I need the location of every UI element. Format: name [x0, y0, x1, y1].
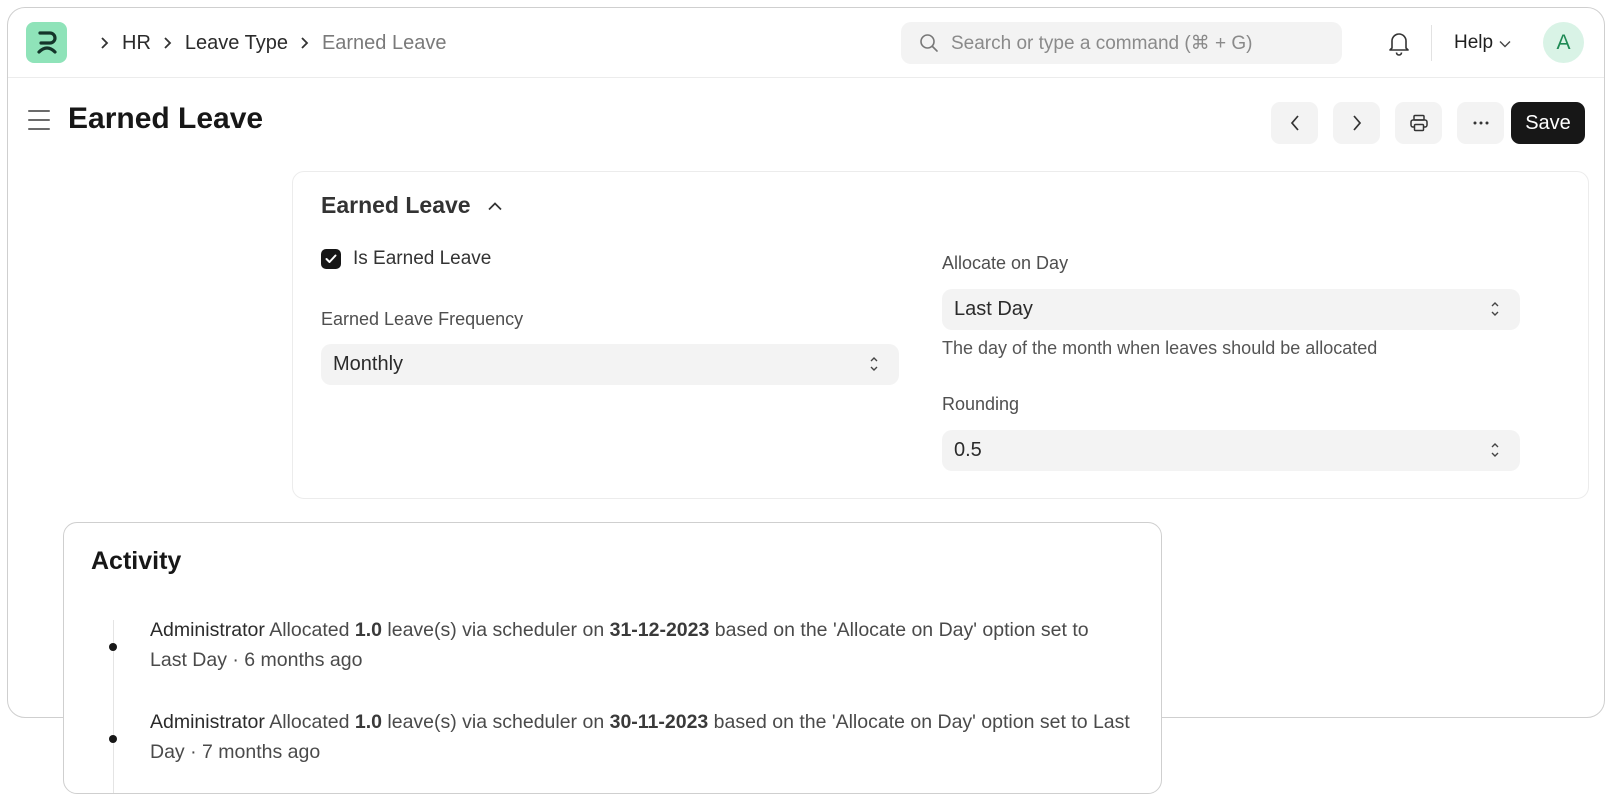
rounding-value: 0.5: [954, 439, 982, 461]
select-updown-icon: [1490, 440, 1500, 460]
rounding-select[interactable]: 0.5: [942, 430, 1520, 471]
next-document-button[interactable]: [1333, 102, 1380, 144]
chevron-left-icon: [1290, 115, 1299, 131]
activity-user[interactable]: Administrator: [150, 711, 265, 733]
breadcrumb: HR Leave Type Earned Leave: [88, 8, 446, 78]
earned-leave-frequency-select[interactable]: Monthly: [321, 344, 899, 385]
more-horizontal-icon: [1473, 121, 1488, 125]
is-earned-leave-checkbox[interactable]: [321, 249, 341, 269]
allocate-on-day-label: Allocate on Day: [942, 253, 1069, 273]
activity-amount: 1.0: [354, 619, 382, 641]
activity-text: leave(s) via scheduler on: [381, 711, 610, 733]
select-updown-icon: [869, 354, 879, 374]
navbar-divider: [1431, 25, 1432, 61]
activity-date: 31-12-2023: [609, 619, 710, 641]
notifications-bell-icon[interactable]: [1386, 29, 1412, 57]
activity-time: 6 months ago: [244, 649, 363, 671]
section-header[interactable]: Earned Leave: [321, 192, 503, 219]
checkmark-icon: [325, 254, 337, 263]
more-actions-button[interactable]: [1457, 102, 1504, 144]
search-placeholder: Search or type a command (⌘ + G): [951, 32, 1253, 54]
activity-amount: 1.0: [354, 711, 382, 733]
activity-time: 7 months ago: [202, 741, 321, 763]
printer-icon: [1409, 114, 1428, 132]
activity-item: Administrator Allocated 1.0 leave(s) via…: [150, 707, 1130, 767]
is-earned-leave-field: Is Earned Leave: [321, 248, 491, 270]
chevron-right-icon: [1352, 115, 1361, 131]
allocate-on-day-help: The day of the month when leaves should …: [942, 338, 1378, 358]
activity-item: Administrator Allocated 1.0 leave(s) via…: [150, 615, 1130, 675]
chevron-right-icon: [163, 36, 173, 50]
section-title: Earned Leave: [321, 192, 471, 218]
earned-leave-frequency-value: Monthly: [333, 353, 404, 375]
chevron-right-icon: [100, 36, 110, 50]
timeline-dot: [109, 735, 117, 743]
search-input[interactable]: Search or type a command (⌘ + G): [901, 22, 1342, 64]
chevron-right-icon: [300, 36, 310, 50]
activity-text: Allocated: [264, 711, 355, 733]
activity-panel: Activity Administrator Allocated 1.0 lea…: [63, 522, 1162, 794]
allocate-on-day-select[interactable]: Last Day: [942, 289, 1520, 330]
allocate-on-day-value: Last Day: [954, 298, 1033, 320]
activity-user[interactable]: Administrator: [150, 619, 265, 641]
is-earned-leave-label: Is Earned Leave: [353, 248, 492, 269]
chevron-down-icon: [1499, 32, 1511, 54]
timeline-dot: [109, 643, 117, 651]
chevron-up-icon[interactable]: [487, 201, 503, 211]
previous-document-button[interactable]: [1271, 102, 1318, 144]
frappe-hr-logo-icon: [36, 30, 57, 54]
app-logo[interactable]: [26, 22, 67, 63]
rounding-label: Rounding: [942, 394, 1020, 414]
activity-date: 30-11-2023: [609, 711, 709, 733]
breadcrumb-current: Earned Leave: [321, 31, 447, 54]
page-header: Earned Leave Save: [8, 78, 1604, 166]
activity-text: leave(s) via scheduler on: [381, 619, 610, 641]
user-avatar[interactable]: A: [1543, 22, 1584, 63]
breadcrumb-leave-type[interactable]: Leave Type: [185, 32, 288, 55]
help-label: Help: [1454, 32, 1494, 53]
page-title: Earned Leave: [68, 102, 264, 135]
select-updown-icon: [1490, 299, 1500, 319]
search-icon: [919, 33, 939, 53]
breadcrumb-hr[interactable]: HR: [122, 32, 151, 55]
help-dropdown[interactable]: Help: [1454, 8, 1511, 78]
save-button[interactable]: Save: [1511, 102, 1585, 144]
activity-text: Allocated: [264, 619, 355, 641]
activity-title: Activity: [91, 547, 182, 575]
earned-leave-frequency-label: Earned Leave Frequency: [321, 309, 524, 329]
earned-leave-section: Earned Leave Is Earned Leave Earned Leav…: [292, 171, 1589, 499]
sidebar-toggle-menu-icon[interactable]: [28, 110, 50, 130]
print-button[interactable]: [1395, 102, 1442, 144]
navbar: HR Leave Type Earned Leave Search or typ…: [8, 8, 1604, 78]
